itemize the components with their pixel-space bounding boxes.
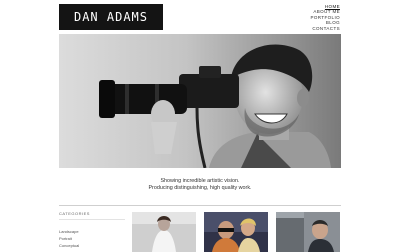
- thumbnail-couple-image: [204, 212, 268, 252]
- thumbnail-woman-image: [132, 212, 196, 252]
- tagline-line-2: Producing distinguishing, high quality w…: [148, 185, 252, 191]
- categories-heading: CATEGORIES: [59, 211, 90, 216]
- category-portrait[interactable]: Portrait: [59, 235, 79, 242]
- portfolio-thumbnail[interactable]: [276, 212, 340, 252]
- portfolio-thumbnail[interactable]: [204, 212, 268, 252]
- main-nav: HOME ABOUT ME PORTFOLIO BLOG CONTACTS: [310, 4, 340, 31]
- tagline: Showing incredible artistic vision. Prod…: [59, 178, 341, 192]
- nav-contacts[interactable]: CONTACTS: [310, 26, 340, 31]
- site-logo[interactable]: DAN ADAMS: [59, 4, 163, 30]
- hero-image: [59, 34, 341, 168]
- thumbnail-car-image: [276, 212, 340, 252]
- categories-list: Landscape Portrait Conceptual: [59, 228, 79, 249]
- category-landscape[interactable]: Landscape: [59, 228, 79, 235]
- section-divider: [59, 205, 341, 206]
- hero-photo-illustration: [59, 34, 341, 168]
- tagline-line-1: Showing incredible artistic vision.: [160, 178, 240, 184]
- category-conceptual[interactable]: Conceptual: [59, 242, 79, 249]
- categories-divider: [59, 219, 125, 220]
- portfolio-thumbnail[interactable]: [132, 212, 196, 252]
